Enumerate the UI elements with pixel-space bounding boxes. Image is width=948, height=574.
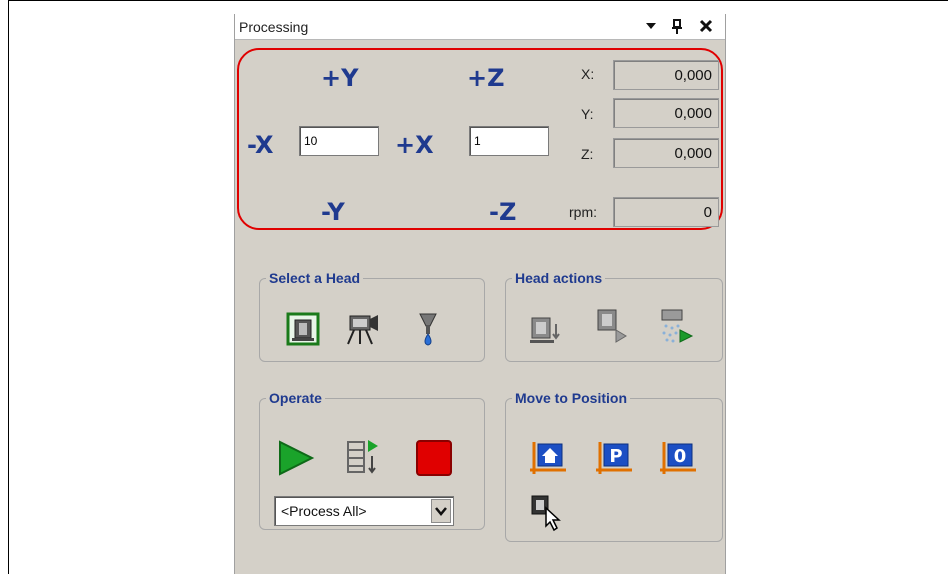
jog-plus-z-button[interactable]: +Z [467, 64, 505, 92]
operate-legend: Operate [269, 390, 322, 406]
jog-minus-z-button[interactable]: -Z [489, 198, 516, 226]
spindle-head-icon[interactable] [284, 310, 324, 350]
processing-panel: Processing +Y +Z -X +X -Y -Z X: 0,000 Y:… [234, 14, 726, 574]
dropdown-arrow-icon[interactable] [645, 17, 657, 38]
head-down-icon[interactable] [526, 310, 566, 350]
camera-head-icon[interactable] [344, 310, 384, 350]
y-coord-value: 0,000 [613, 98, 719, 128]
x-coord-value: 0,000 [613, 60, 719, 90]
panel-title-bar: Processing [235, 14, 725, 40]
z-coord-value: 0,000 [613, 138, 719, 168]
process-select[interactable]: <Process All> [274, 496, 454, 526]
pin-icon[interactable] [671, 17, 683, 40]
chevron-down-icon[interactable] [431, 499, 451, 523]
jog-plus-x-button[interactable]: +X [395, 131, 434, 159]
x-coord-label: X: [581, 66, 595, 82]
zero-position-icon[interactable]: 0 [658, 438, 698, 478]
select-head-group: Select a Head [259, 270, 485, 362]
rpm-value: 0 [613, 197, 719, 227]
panel-title: Processing [239, 19, 309, 35]
jog-minus-y-button[interactable]: -Y [321, 198, 345, 226]
jog-minus-x-button[interactable]: -X [247, 131, 274, 159]
xy-step-input[interactable] [299, 126, 379, 156]
dispenser-head-icon[interactable] [410, 310, 450, 350]
stop-icon[interactable] [414, 438, 454, 478]
step-icon[interactable] [344, 438, 384, 478]
move-to-position-legend: Move to Position [515, 390, 627, 406]
rpm-label: rpm: [569, 204, 597, 220]
svg-text:0: 0 [674, 446, 687, 467]
z-coord-label: Z: [581, 146, 594, 162]
head-spray-icon[interactable] [656, 306, 696, 346]
z-step-input[interactable] [469, 126, 549, 156]
home-position-icon[interactable] [528, 438, 568, 478]
head-actions-legend: Head actions [515, 270, 603, 286]
select-head-legend: Select a Head [269, 270, 361, 286]
head-run-icon[interactable] [592, 306, 632, 346]
move-to-position-group: Move to Position P 0 [505, 390, 723, 542]
operate-group: Operate <Process All> [259, 390, 485, 530]
close-icon[interactable] [699, 17, 713, 40]
y-coord-label: Y: [581, 106, 594, 122]
svg-text:P: P [609, 446, 622, 467]
head-pointer-icon[interactable] [528, 492, 568, 532]
head-actions-group: Head actions [505, 270, 723, 362]
play-icon[interactable] [276, 438, 316, 478]
jog-plus-y-button[interactable]: +Y [321, 64, 359, 92]
park-position-icon[interactable]: P [594, 438, 634, 478]
process-select-value: <Process All> [281, 503, 367, 519]
